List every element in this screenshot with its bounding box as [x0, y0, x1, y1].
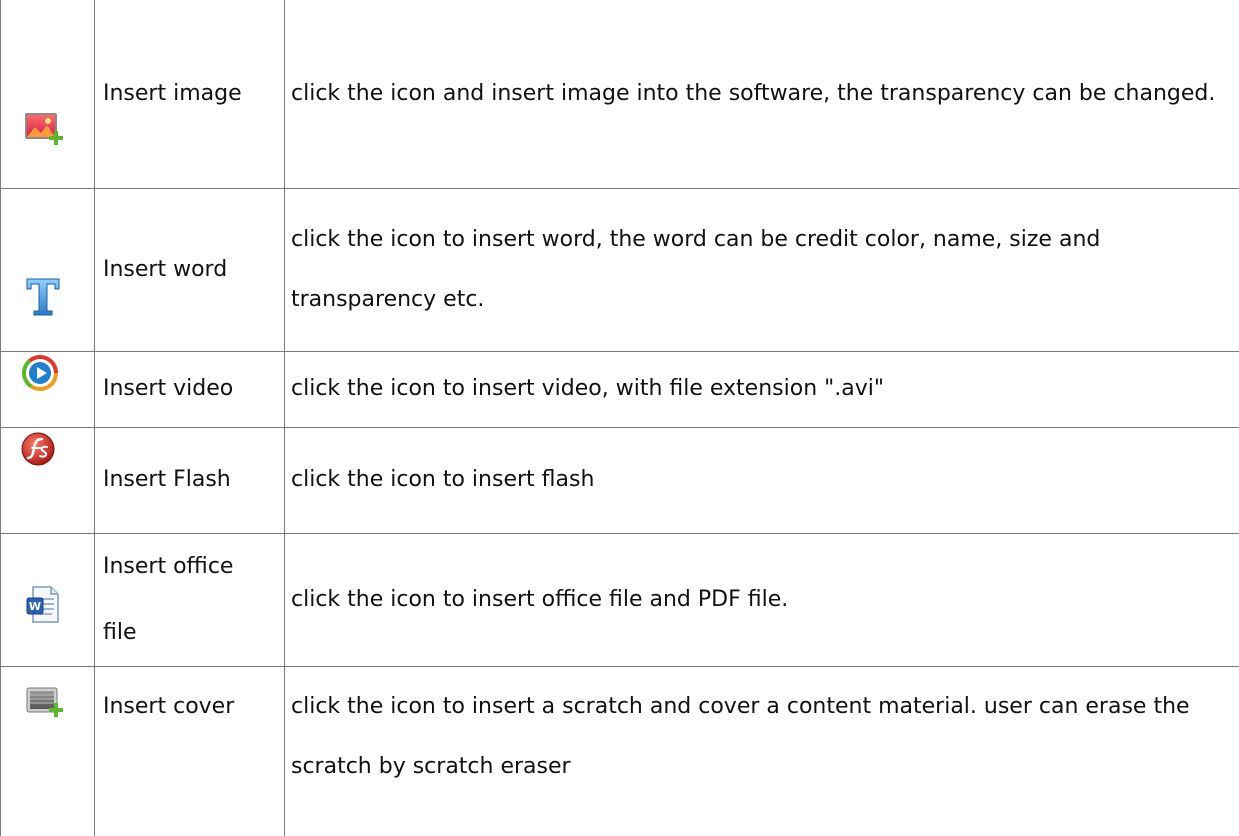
- feature-description: click the icon to insert office file and…: [291, 570, 1233, 630]
- table-row: Insert Flash click the icon to insert fl…: [1, 427, 1239, 533]
- name-cell: Insert cover: [95, 666, 285, 836]
- table-row: Insert cover click the icon to insert a …: [1, 666, 1239, 836]
- svg-text:W: W: [29, 600, 41, 613]
- icon-cell: [1, 0, 95, 188]
- feature-name: Insert cover: [103, 677, 284, 737]
- description-cell: click the icon and insert image into the…: [285, 0, 1239, 188]
- description-cell: click the icon to insert office file and…: [285, 533, 1239, 666]
- feature-description: click the icon to insert word, the word …: [291, 210, 1233, 330]
- feature-description: click the icon to insert flash: [291, 450, 1233, 510]
- video-play-icon[interactable]: [22, 355, 58, 391]
- feature-description: click the icon and insert image into the…: [291, 64, 1233, 124]
- feature-table: Insert image click the icon and insert i…: [0, 0, 1239, 836]
- feature-name: Insert word: [103, 240, 284, 300]
- description-cell: click the icon to insert word, the word …: [285, 188, 1239, 351]
- name-cell: Insert Flash: [95, 427, 285, 533]
- icon-cell: [1, 188, 95, 351]
- icon-cell: W: [1, 533, 95, 666]
- name-cell: Insert word: [95, 188, 285, 351]
- office-document-icon[interactable]: W: [25, 584, 61, 626]
- description-cell: click the icon to insert video, with fil…: [285, 351, 1239, 427]
- feature-name: Insert Flash: [103, 450, 284, 510]
- name-cell: Insert image: [95, 0, 285, 188]
- icon-cell: [1, 666, 95, 836]
- feature-description: click the icon to insert a scratch and c…: [291, 677, 1233, 797]
- text-t-icon[interactable]: [23, 277, 63, 317]
- feature-description: click the icon to insert video, with fil…: [291, 359, 1233, 419]
- description-cell: click the icon to insert flash: [285, 427, 1239, 533]
- table-row: Insert word click the icon to insert wor…: [1, 188, 1239, 351]
- name-cell: Insert office file: [95, 533, 285, 666]
- insert-image-icon[interactable]: [23, 110, 65, 150]
- icon-cell: [1, 427, 95, 533]
- insert-cover-icon[interactable]: [25, 683, 67, 723]
- table-row: Insert video click the icon to insert vi…: [1, 351, 1239, 427]
- flash-icon[interactable]: [19, 431, 57, 467]
- feature-name: Insert video: [103, 359, 284, 419]
- feature-name: Insert image: [103, 64, 284, 124]
- feature-name: Insert office file: [103, 534, 253, 666]
- description-cell: click the icon to insert a scratch and c…: [285, 666, 1239, 836]
- icon-cell: [1, 351, 95, 427]
- name-cell: Insert video: [95, 351, 285, 427]
- table-row: Insert image click the icon and insert i…: [1, 0, 1239, 188]
- table-row: W Insert office file click the icon to i…: [1, 533, 1239, 666]
